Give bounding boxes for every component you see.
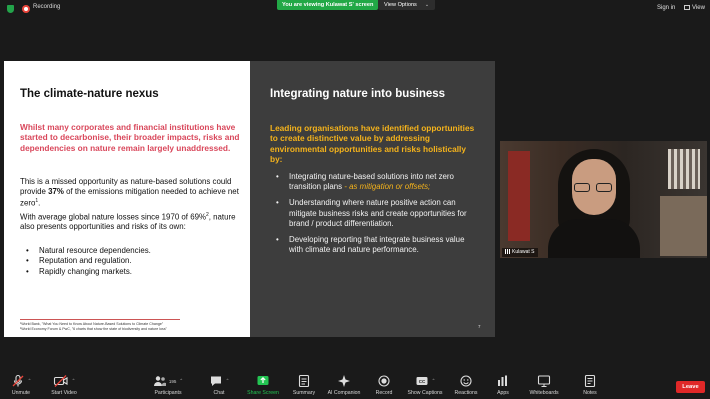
participant-count: 195 (168, 378, 177, 384)
reactions-label: Reactions (454, 390, 478, 396)
sign-in-button[interactable]: Sign in (657, 5, 675, 11)
shared-screen-slide: The climate-nature nexus Whilst many cor… (4, 61, 495, 337)
recording-label: Recording (33, 4, 61, 10)
participant-name: Kulawat S (512, 249, 535, 255)
right-panel-highlight: Leading organisations have identified op… (270, 123, 475, 164)
summary-icon (298, 374, 310, 388)
summary-button[interactable]: Summary (282, 374, 326, 396)
chat-button[interactable]: ⌃ Chat (197, 374, 241, 396)
list-item: Integrating nature-based solutions into … (276, 172, 476, 192)
zoom-meeting-window: Recording You are viewing Kulawat S' scr… (0, 0, 710, 399)
meeting-controls-toolbar: ⌃ Unmute ⌃ Start Video 195 ⌃ Participants… (0, 372, 710, 399)
p1-end: . (38, 198, 41, 208)
apps-label: Apps (497, 390, 509, 396)
video-background-object (660, 196, 707, 256)
chat-icon (210, 376, 221, 386)
video-background-object (668, 149, 700, 189)
participant-glasses (574, 183, 614, 192)
left-panel-paragraph-1: This is a missed opportunity as nature-b… (20, 177, 240, 208)
video-background-object (508, 151, 530, 241)
chevron-up-icon[interactable]: ⌃ (179, 378, 183, 384)
record-button[interactable]: Record (362, 374, 406, 396)
slide-page-number: 7 (478, 324, 481, 329)
list-item: Developing reporting that integrate busi… (276, 235, 476, 255)
slide-left-panel: The climate-nature nexus Whilst many cor… (4, 61, 250, 337)
view-button[interactable]: View (684, 5, 705, 11)
whiteboards-button[interactable]: Whiteboards (522, 374, 566, 396)
chat-label: Chat (213, 390, 225, 396)
slide-right-panel: Integrating nature into business Leading… (250, 61, 495, 337)
summary-label: Summary (292, 390, 316, 396)
view-options-label: View Options (384, 2, 417, 8)
view-label: View (692, 5, 705, 11)
video-off-icon (53, 375, 68, 387)
recording-icon (22, 5, 30, 13)
list-item: Reputation and regulation. (26, 256, 236, 267)
apps-icon (498, 375, 507, 386)
share-screen-icon (257, 376, 269, 385)
svg-text:CC: CC (418, 379, 425, 384)
participants-label: Participants (154, 390, 182, 396)
participant-name-tag: Kulawat S (502, 248, 538, 257)
show-captions-label: Show Captions (407, 390, 443, 396)
left-panel-paragraph-2: With average global nature losses since … (20, 211, 240, 232)
participants-icon (153, 376, 166, 386)
ai-companion-label: AI Companion (327, 390, 361, 396)
view-options-button[interactable]: View Options ⌄ (378, 0, 436, 10)
viewing-screen-banner: You are viewing Kulawat S' screen (277, 0, 379, 10)
notes-icon (584, 374, 596, 388)
p2-text: With average global nature losses since … (20, 212, 206, 222)
unmute-button[interactable]: ⌃ Unmute (0, 374, 43, 396)
record-label: Record (375, 390, 393, 396)
notes-label: Notes (583, 390, 597, 396)
captions-icon: CC (416, 377, 428, 385)
start-video-label: Start Video (51, 390, 77, 396)
footnote-2: ²World Economy Forum & PwC, "6 charts th… (20, 327, 167, 331)
ai-companion-button[interactable]: AI Companion (322, 374, 366, 396)
left-panel-title: The climate-nature nexus (20, 88, 159, 100)
audio-level-icon (505, 249, 510, 254)
participant-video-tile[interactable]: Kulawat S (500, 141, 707, 258)
apps-button[interactable]: Apps (481, 374, 525, 396)
bullet-1-emphasis: - as mitigation or offsets; (342, 182, 431, 192)
chevron-up-icon[interactable]: ⌃ (72, 378, 76, 384)
show-captions-button[interactable]: CC ⌃ Show Captions (403, 374, 447, 396)
whiteboards-icon (537, 375, 551, 387)
right-panel-title: Integrating nature into business (270, 88, 446, 100)
chevron-up-icon[interactable]: ⌃ (226, 378, 230, 384)
list-item: Rapidly changing markets. (26, 267, 236, 278)
reactions-icon (460, 375, 472, 387)
list-item: Natural resource dependencies. (26, 246, 236, 257)
share-screen-label: Share Screen (247, 390, 279, 396)
chevron-up-icon[interactable]: ⌃ (432, 378, 436, 384)
ai-companion-icon (338, 375, 350, 387)
left-panel-highlight: Whilst many corporates and financial ins… (20, 122, 240, 153)
participant-body (548, 219, 640, 258)
unmute-label: Unmute (11, 390, 31, 396)
notes-button[interactable]: Notes (568, 374, 612, 396)
whiteboards-label: Whiteboards (529, 390, 559, 396)
p1-bold: 37% (48, 186, 64, 196)
right-panel-bullets: Integrating nature-based solutions into … (276, 172, 476, 261)
grid-view-icon (684, 5, 690, 10)
chevron-up-icon[interactable]: ⌃ (28, 378, 32, 384)
top-bar: Recording You are viewing Kulawat S' scr… (0, 0, 710, 18)
chevron-down-icon: ⌄ (424, 2, 430, 8)
footnote-divider (20, 319, 180, 320)
leave-button[interactable]: Leave (676, 381, 705, 393)
security-shield-icon[interactable] (7, 5, 14, 13)
record-icon (378, 375, 390, 387)
participants-button[interactable]: 195 ⌃ Participants (146, 374, 190, 396)
start-video-button[interactable]: ⌃ Start Video (42, 374, 86, 396)
list-item: Understanding where nature positive acti… (276, 198, 476, 229)
left-panel-bullets: Natural resource dependencies. Reputatio… (26, 246, 236, 277)
share-screen-button[interactable]: Share Screen (241, 374, 285, 396)
footnote-1: ¹World Bank, "What You Need to Know Abou… (20, 322, 164, 326)
mic-muted-icon (12, 374, 24, 387)
